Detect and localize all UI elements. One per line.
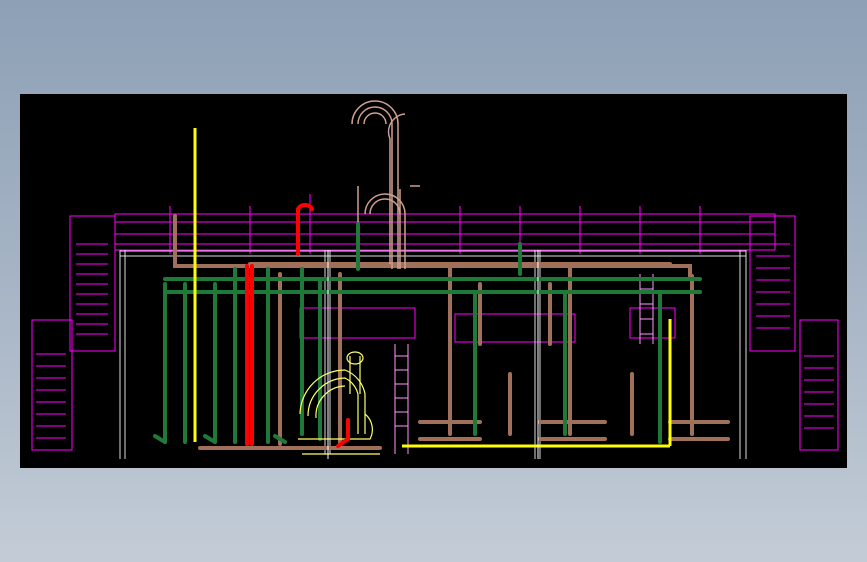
cad-drawing-viewport[interactable] [20,94,847,468]
green-pipes [153,222,702,444]
piping-elevation-drawing [31,100,839,459]
red-pipes [245,202,350,448]
ladders [394,274,654,454]
steel-structure [31,194,839,451]
white-guide-lines [327,250,539,459]
